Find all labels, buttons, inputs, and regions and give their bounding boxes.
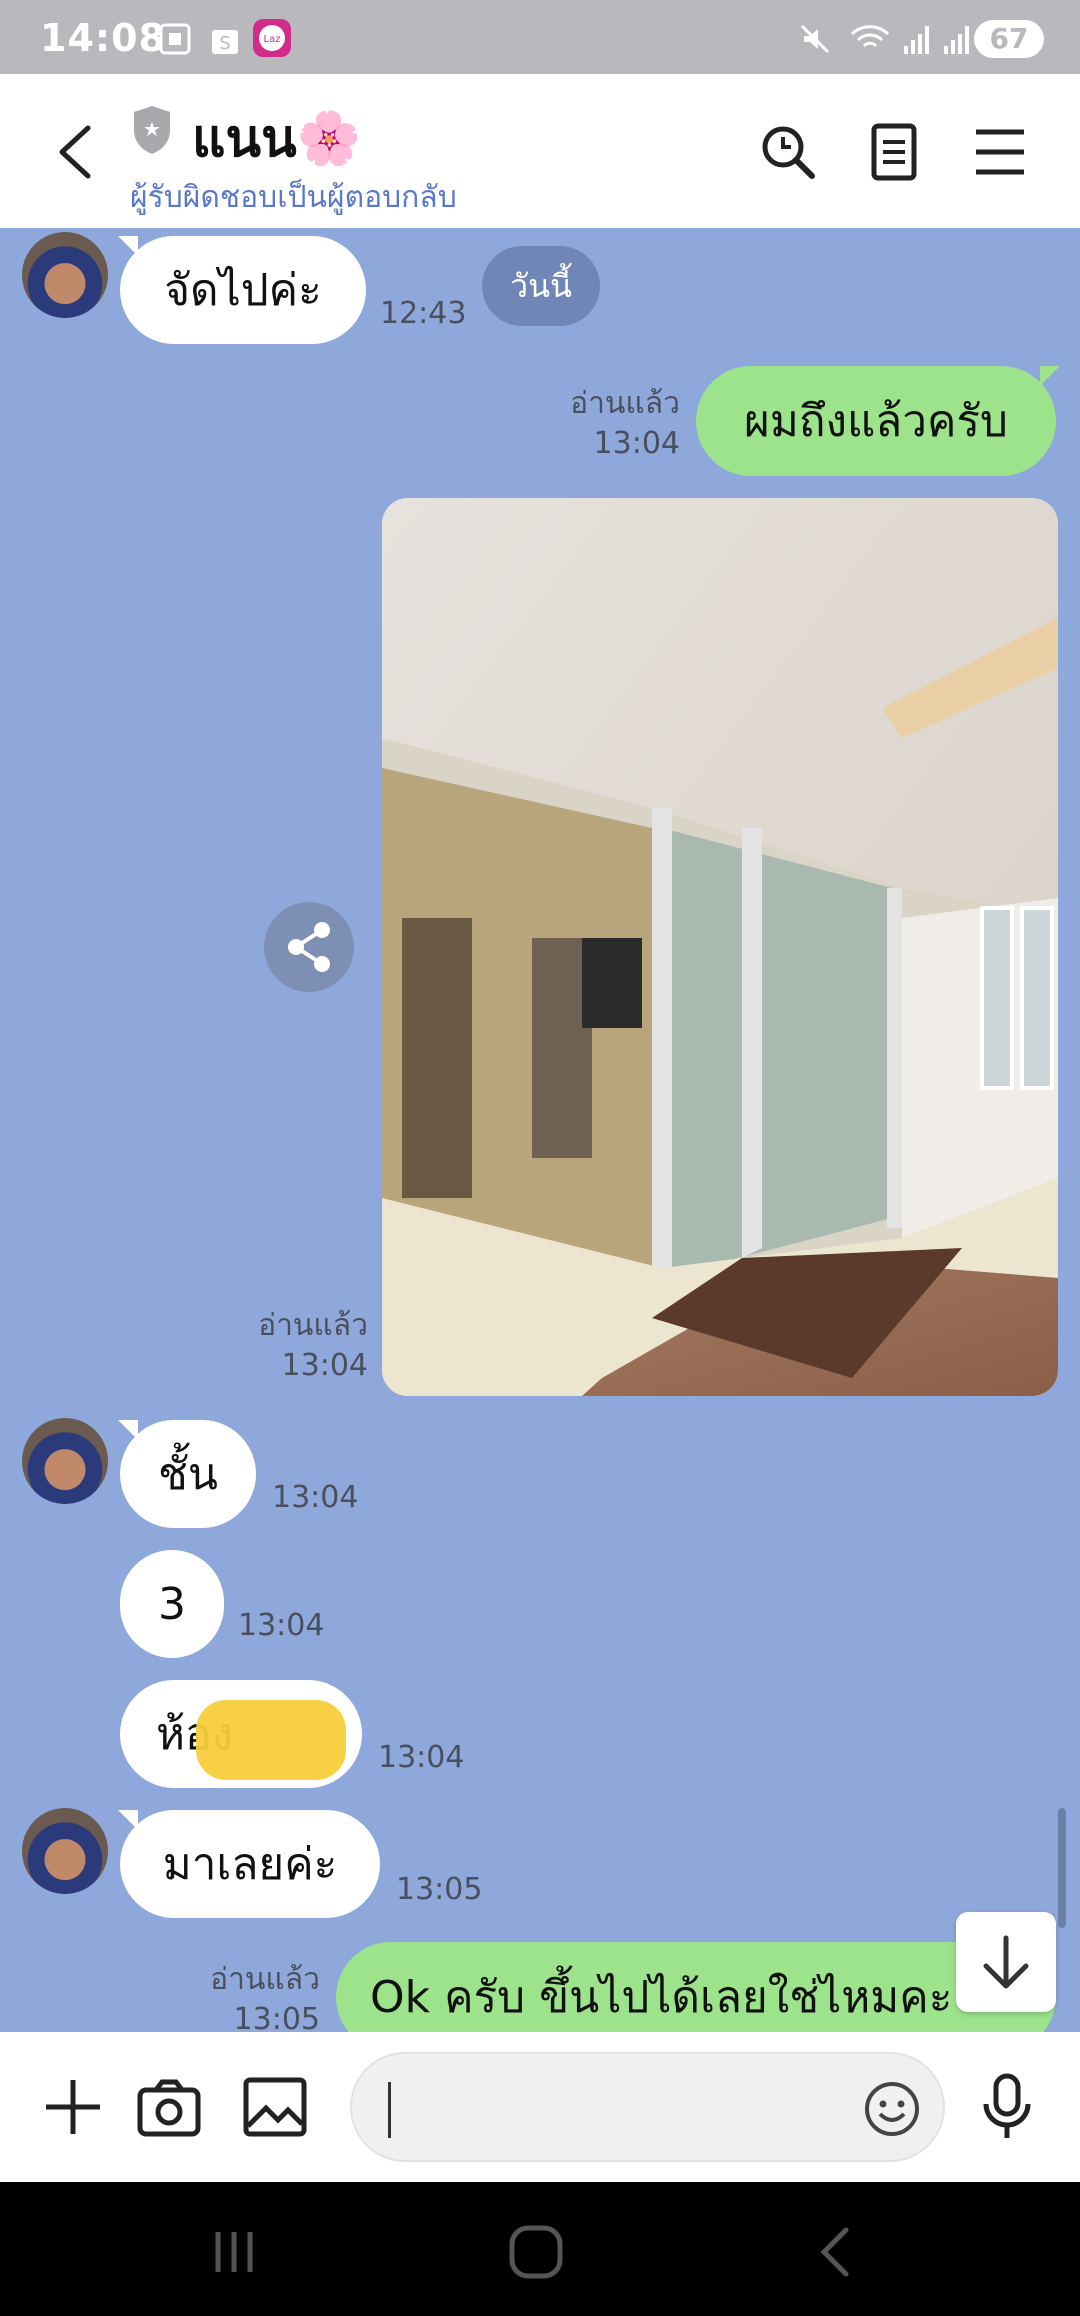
lazada-icon: Laz <box>253 19 291 57</box>
battery-indicator: 67 <box>974 20 1044 58</box>
read-receipt: อ่านแล้ว 13:05 <box>150 1960 320 2040</box>
message-bubble-in[interactable]: 3 <box>120 1550 224 1658</box>
share-button[interactable] <box>264 902 354 992</box>
share-icon <box>288 922 330 972</box>
system-navigation-bar <box>0 2182 1080 2316</box>
date-chip: วันนี้ <box>482 246 600 326</box>
message-time: 13:04 <box>238 1608 325 1643</box>
menu-icon[interactable] <box>970 122 1030 182</box>
camera-icon[interactable] <box>134 2072 204 2142</box>
microphone-icon[interactable] <box>972 2072 1042 2142</box>
avatar[interactable] <box>22 1808 108 1894</box>
message-time: 13:04 <box>272 1480 359 1515</box>
chat-header: ★ แนน🌸 ผู้รับผิดชอบเป็นผู้ตอบกลับ <box>0 74 1080 228</box>
status-time: 14:08 <box>40 16 166 60</box>
message-text: Ok ครับ ขึ้นไปได้เลยใช่ไหมคะ <box>370 1972 953 2023</box>
signal-icon <box>904 26 929 54</box>
svg-text:★: ★ <box>143 117 161 141</box>
message-bubble-in[interactable]: มาเลยค่ะ <box>120 1810 380 1918</box>
mute-icon <box>800 24 830 54</box>
read-receipt: อ่านแล้ว 13:04 <box>200 1306 368 1386</box>
read-label: อ่านแล้ว <box>210 1962 320 1997</box>
read-receipt: อ่านแล้ว 13:04 <box>520 384 680 464</box>
read-label: อ่านแล้ว <box>258 1308 368 1343</box>
svg-text:Laz: Laz <box>264 34 281 45</box>
avatar[interactable] <box>22 232 108 318</box>
message-input-bar <box>0 2032 1080 2182</box>
message-time: 13:04 <box>281 1348 368 1383</box>
redaction-mark <box>196 1700 346 1780</box>
screenshot-icon <box>159 23 191 55</box>
chat-subtitle: ผู้รับผิดชอบเป็นผู้ตอบกลับ <box>130 180 457 215</box>
text-cursor <box>388 2082 391 2138</box>
message-bubble-out[interactable]: ผมถึงแล้วครับ <box>696 366 1056 476</box>
lobby-photo-image <box>382 498 1058 1396</box>
message-time: 12:43 <box>380 296 467 331</box>
message-bubble-in[interactable]: จัดไปค่ะ <box>120 236 366 344</box>
gallery-icon[interactable] <box>240 2072 310 2142</box>
official-shield-icon: ★ <box>134 106 170 154</box>
emoji-icon[interactable] <box>863 2080 921 2138</box>
scrollbar-thumb[interactable] <box>1058 1808 1066 1928</box>
message-input[interactable] <box>350 2052 945 2162</box>
bubble-tail <box>1040 366 1060 386</box>
message-time: 13:05 <box>396 1872 483 1907</box>
shopee-icon: S <box>212 30 238 54</box>
message-time: 13:04 <box>593 426 680 461</box>
plus-icon[interactable] <box>38 2072 108 2142</box>
photo-message[interactable] <box>382 498 1058 1396</box>
avatar[interactable] <box>22 1418 108 1504</box>
message-bubble-in[interactable]: ชั้น <box>120 1420 256 1528</box>
back-icon[interactable] <box>808 2222 868 2282</box>
wifi-icon <box>850 25 890 48</box>
svg-text:S: S <box>219 33 230 54</box>
search-icon[interactable] <box>758 122 818 182</box>
recent-apps-icon[interactable] <box>204 2222 264 2282</box>
read-label: อ่านแล้ว <box>570 386 680 421</box>
chat-title[interactable]: แนน🌸 <box>192 96 361 179</box>
status-bar: 14:08 S Laz 67 <box>0 0 1080 74</box>
home-icon[interactable] <box>506 2222 566 2282</box>
message-time: 13:04 <box>378 1740 465 1775</box>
arrow-down-icon <box>983 1935 1029 1989</box>
scroll-to-bottom-button[interactable] <box>956 1912 1056 2012</box>
back-arrow-icon[interactable] <box>52 122 102 182</box>
signal-icon-2 <box>944 26 969 54</box>
notes-icon[interactable] <box>864 122 924 182</box>
